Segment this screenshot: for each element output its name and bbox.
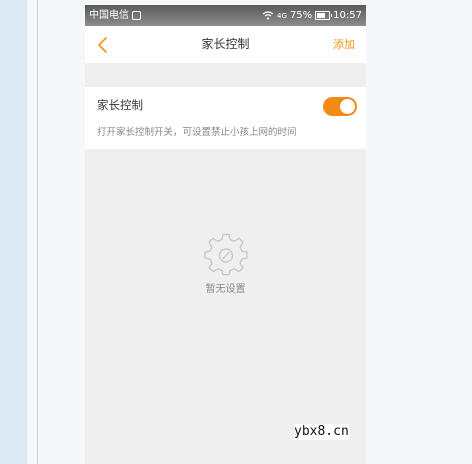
status-left: 中国电信 [89,5,141,26]
empty-state: 暂无设置 [85,233,366,297]
add-button[interactable]: 添加 [333,26,355,63]
battery-fill [317,13,326,18]
battery-icon [315,11,333,20]
battery-percent: 75% [289,10,313,21]
carrier-label: 中国电信 [89,10,129,21]
parental-control-card: 家长控制 打开家长控制开关，可设置禁止小孩上网的时间 [85,87,366,149]
page-divider-line [37,0,38,464]
status-time: 10:57 [333,10,362,21]
nav-bar: 家长控制 添加 [85,26,366,63]
empty-state-text: 暂无设置 [205,284,246,295]
gear-icon [203,233,248,276]
toggle-knob [340,99,355,114]
status-bar: 中国电信 4G 75% 10:57 [85,5,366,26]
parental-control-toggle[interactable] [323,97,357,116]
wifi-icon [262,11,274,20]
sim-icon [132,11,141,20]
parental-control-description: 打开家长控制开关，可设置禁止小孩上网的时间 [97,127,297,138]
phone-screen: 中国电信 4G 75% 10:57 家长控制 添加 家长控制 打开家长控制开关，… [85,5,366,464]
status-right: 4G 75% 10:57 [259,5,362,26]
page-background-left [0,0,27,464]
parental-control-label: 家长控制 [97,98,143,112]
signal-label: 4G [277,11,287,20]
watermark: ybx8.cn [294,424,349,440]
page-title: 家长控制 [201,37,250,51]
